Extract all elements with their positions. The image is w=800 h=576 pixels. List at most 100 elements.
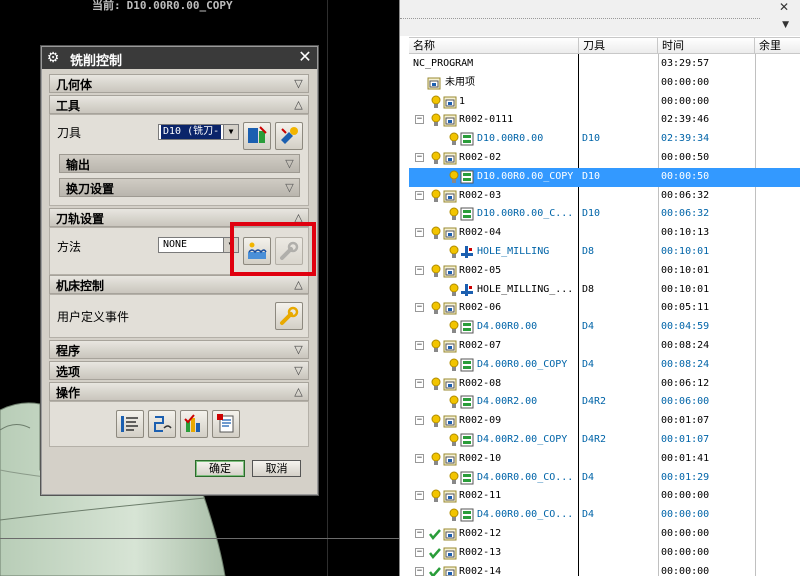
- table-row[interactable]: − R002-05 00:10:01: [409, 262, 800, 281]
- replay-button[interactable]: [148, 410, 176, 438]
- section-geometry[interactable]: 几何体 ▽: [49, 74, 309, 93]
- expand-toggle-icon[interactable]: −: [415, 547, 424, 557]
- row-tool: D4: [582, 509, 595, 521]
- user-event-button[interactable]: [275, 302, 303, 330]
- method-select-value: NONE: [163, 239, 188, 250]
- subsection-output[interactable]: 输出 ▽: [59, 154, 300, 173]
- table-row[interactable]: − R002-0111 02:39:46: [409, 111, 800, 130]
- generate-button[interactable]: [116, 410, 144, 438]
- chevron-down-icon[interactable]: ▼: [223, 125, 238, 139]
- expand-toggle-icon[interactable]: −: [415, 529, 424, 538]
- expand-toggle-icon[interactable]: −: [415, 378, 424, 388]
- table-row[interactable]: − R002-11 00:00:00: [409, 487, 800, 506]
- section-actions[interactable]: 操作 △: [49, 382, 309, 401]
- lightbulb-icon: [431, 377, 441, 394]
- chevron-up-icon[interactable]: △: [291, 277, 306, 292]
- section-options[interactable]: 选项 ▽: [49, 361, 309, 380]
- lightbulb-icon: [449, 283, 459, 300]
- lightbulb-icon: [431, 489, 441, 506]
- new-tool-button[interactable]: [275, 122, 303, 150]
- chevron-down-icon[interactable]: ▽: [291, 342, 306, 357]
- table-row[interactable]: D4.00R0.00_CO... D4 00:00:00: [409, 506, 800, 525]
- table-row[interactable]: D4.00R2.00_COPY D4R2 00:01:07: [409, 431, 800, 450]
- section-tool[interactable]: 工具 △: [49, 95, 309, 114]
- tool-select[interactable]: D10 (铣刀- ▼: [158, 124, 239, 140]
- row-name: R002-07: [459, 340, 502, 351]
- expand-toggle-icon[interactable]: −: [415, 341, 424, 350]
- table-row[interactable]: D4.00R0.00_COPY D4 00:08:24: [409, 356, 800, 375]
- section-options-label: 选项: [56, 365, 81, 379]
- close-icon[interactable]: ✕: [297, 49, 313, 65]
- expand-toggle-icon[interactable]: −: [415, 190, 424, 200]
- dialog-title: 铣削控制: [70, 54, 123, 69]
- row-tool: D4R2: [582, 434, 607, 445]
- row-tool: D8: [582, 283, 595, 295]
- expand-toggle-icon[interactable]: −: [415, 265, 424, 275]
- table-row[interactable]: − R002-14 00:00:00: [409, 563, 800, 576]
- table-row[interactable]: HOLE_MILLING D8 00:10:01: [409, 243, 800, 262]
- table-row[interactable]: − R002-06 00:05:11: [409, 299, 800, 318]
- chevron-down-icon[interactable]: ▼: [782, 20, 789, 30]
- table-row[interactable]: D4.00R0.00_CO... D4 00:01:29: [409, 469, 800, 488]
- chevron-down-icon[interactable]: ▽: [291, 363, 306, 378]
- subsection-tool-change[interactable]: 换刀设置 ▽: [59, 178, 300, 197]
- section-program[interactable]: 程序 ▽: [49, 340, 309, 359]
- verify-button[interactable]: [180, 410, 208, 438]
- dialog-titlebar[interactable]: ⚙ 铣削控制 ✕: [42, 47, 317, 69]
- table-row[interactable]: D10.00R0.00 D10 02:39:34: [409, 130, 800, 149]
- close-icon[interactable]: ✕: [777, 0, 791, 14]
- row-time: 00:01:41: [661, 452, 710, 464]
- table-row[interactable]: D10.00R0.00_C... D10 00:06:32: [409, 205, 800, 224]
- section-tool-label: 工具: [56, 99, 81, 113]
- chevron-up-icon[interactable]: △: [291, 97, 306, 112]
- table-row[interactable]: − R002-02 00:00:50: [409, 149, 800, 168]
- row-name: R002-09: [459, 415, 502, 427]
- expand-toggle-icon[interactable]: −: [415, 228, 424, 238]
- column-header-time[interactable]: 时间: [658, 38, 755, 53]
- chevron-down-icon[interactable]: ▽: [291, 76, 306, 91]
- cancel-button[interactable]: 取消: [252, 460, 301, 477]
- ok-button[interactable]: 确定: [195, 460, 245, 477]
- column-header-name[interactable]: 名称: [409, 38, 579, 53]
- table-row[interactable]: − R002-10 00:01:41: [409, 450, 800, 469]
- row-name: D10.00R0.00_C...: [477, 208, 574, 220]
- table-row[interactable]: − R002-12 00:00:00: [409, 525, 800, 544]
- table-row[interactable]: 未用项 00:00:00: [409, 74, 800, 93]
- table-row[interactable]: − R002-03 00:06:32: [409, 187, 800, 206]
- table-row[interactable]: − R002-09 00:01:07: [409, 412, 800, 431]
- expand-toggle-icon[interactable]: −: [415, 491, 424, 501]
- table-row[interactable]: − R002-08 00:06:12: [409, 375, 800, 394]
- wrench-icon: [280, 306, 299, 325]
- column-header-stock[interactable]: 余里: [755, 38, 800, 53]
- table-row[interactable]: − R002-13 00:00:00: [409, 544, 800, 563]
- row-name: R002-14: [459, 565, 502, 576]
- table-row[interactable]: 1 00:00:00: [409, 93, 800, 112]
- expand-toggle-icon[interactable]: −: [415, 153, 424, 162]
- table-row[interactable]: D4.00R2.00 D4R2 00:06:00: [409, 393, 800, 412]
- row-time: 00:00:00: [661, 546, 710, 558]
- chevron-down-icon[interactable]: ▽: [282, 156, 297, 171]
- lightbulb-icon: [431, 226, 441, 243]
- method-select[interactable]: NONE ▼: [158, 237, 239, 253]
- table-row[interactable]: D4.00R0.00 D4 00:04:59: [409, 318, 800, 337]
- table-row[interactable]: HOLE_MILLING_... D8 00:10:01: [409, 281, 800, 300]
- edit-tool-button[interactable]: [243, 122, 271, 150]
- expand-toggle-icon[interactable]: −: [415, 453, 424, 463]
- row-name: R002-06: [459, 302, 502, 314]
- expand-toggle-icon[interactable]: −: [415, 566, 424, 576]
- chevron-down-icon[interactable]: ▽: [282, 180, 297, 195]
- expand-toggle-icon[interactable]: −: [415, 115, 424, 125]
- expand-toggle-icon[interactable]: −: [415, 303, 424, 313]
- column-header-tool[interactable]: 刀具: [579, 38, 658, 53]
- row-name: R002-02: [459, 152, 502, 163]
- table-row[interactable]: D10.00R0.00_COPY D10 00:00:50: [409, 167, 800, 187]
- program-group-icon: [443, 565, 457, 576]
- list-button[interactable]: [212, 410, 240, 438]
- table-row[interactable]: − R002-07 00:08:24: [409, 337, 800, 356]
- table-row[interactable]: − R002-04 00:10:13: [409, 224, 800, 243]
- table-row[interactable]: NC_PROGRAM 03:29:57: [409, 55, 800, 74]
- subsection-output-label: 输出: [66, 158, 91, 172]
- section-machine-control[interactable]: 机床控制 △: [49, 275, 309, 294]
- expand-toggle-icon[interactable]: −: [415, 416, 424, 426]
- chevron-up-icon[interactable]: △: [291, 384, 306, 399]
